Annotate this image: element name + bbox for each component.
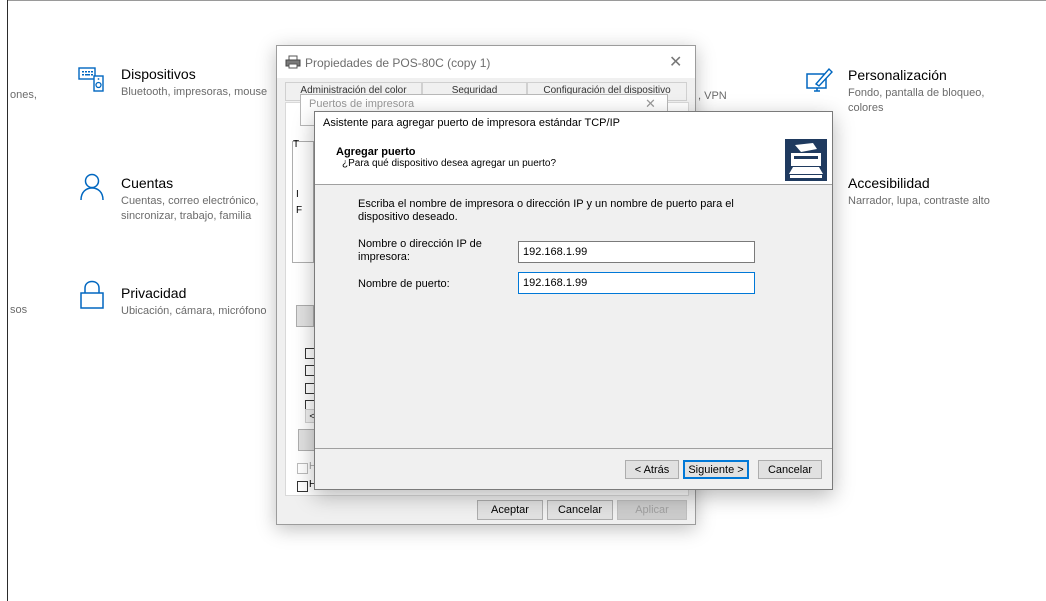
category-desc: Bluetooth, impresoras, mouse xyxy=(121,86,268,98)
window-left-border xyxy=(7,0,8,601)
settings-category-privacy[interactable]: Privacidad Ubicación, cámara, micrófono xyxy=(76,280,276,320)
apply-button[interactable]: Aplicar xyxy=(617,500,687,520)
window-top-border xyxy=(7,0,1046,1)
category-title: Cuentas xyxy=(121,175,174,191)
window-title: Propiedades de POS-80C (copy 1) xyxy=(305,56,491,70)
category-title: Accesibilidad xyxy=(848,175,930,191)
window-title: Puertos de impresora xyxy=(309,98,415,110)
cut-off-text: sos xyxy=(10,304,28,316)
category-title: Privacidad xyxy=(121,285,187,301)
header-subtitle: ¿Para qué dispositivo desea agregar un p… xyxy=(342,158,557,169)
tcpip-port-wizard: Asistente para agregar puerto de impreso… xyxy=(314,111,833,490)
checkbox-disabled xyxy=(297,463,308,474)
close-icon[interactable]: ✕ xyxy=(669,52,682,72)
button-fragment[interactable] xyxy=(296,305,314,327)
category-desc: Fondo, pantalla de bloqueo, colores xyxy=(848,87,985,114)
port-name-input[interactable] xyxy=(518,272,755,294)
settings-category-accessibility[interactable]: Accesibilidad Narrador, lupa, contraste … xyxy=(848,175,1038,215)
ip-address-label: Nombre o dirección IP de impresora: xyxy=(358,238,482,263)
person-icon xyxy=(80,173,104,201)
lock-icon xyxy=(80,280,104,309)
personalization-icon xyxy=(806,67,833,92)
label-fragment: T xyxy=(293,139,300,150)
devices-icon xyxy=(78,67,104,92)
ports-list-box xyxy=(292,141,314,263)
footer-separator xyxy=(315,448,832,449)
wizard-title: Asistente para agregar puerto de impreso… xyxy=(323,117,620,129)
cancel-button[interactable]: Cancelar xyxy=(547,500,613,520)
header-title: Agregar puerto xyxy=(336,146,416,158)
cancel-button[interactable]: Cancelar xyxy=(758,460,822,479)
close-icon[interactable]: ✕ xyxy=(645,96,656,112)
back-button[interactable]: < Atrás xyxy=(625,460,679,479)
category-title: Dispositivos xyxy=(121,66,196,82)
settings-category-personalization[interactable]: Personalización Fondo, pantalla de bloqu… xyxy=(805,64,1015,116)
port-name-label: Nombre de puerto: xyxy=(358,278,450,290)
label-fragment: F xyxy=(296,205,303,216)
category-title: Personalización xyxy=(848,67,947,83)
partial-network-desc: , VPN xyxy=(698,90,727,102)
network-printer-icon xyxy=(785,139,827,181)
ip-address-input[interactable] xyxy=(518,241,755,263)
cut-off-text: ones, xyxy=(10,89,37,101)
category-desc: Cuentas, correo electrónico, sincronizar… xyxy=(121,195,259,222)
wizard-header: Agregar puerto ¿Para qué dispositivo des… xyxy=(315,134,832,185)
label-fragment: I xyxy=(296,189,299,200)
settings-category-accounts[interactable]: Cuentas Cuentas, correo electrónico, sin… xyxy=(76,172,276,224)
category-desc: Narrador, lupa, contraste alto xyxy=(848,195,990,207)
title-bar: Asistente para agregar puerto de impreso… xyxy=(315,112,832,134)
checkbox[interactable] xyxy=(297,481,308,492)
title-bar: Propiedades de POS-80C (copy 1) ✕ xyxy=(277,46,695,78)
instruction-text: Escriba el nombre de impresora o direcci… xyxy=(358,198,734,223)
settings-category-devices[interactable]: Dispositivos Bluetooth, impresoras, mous… xyxy=(76,64,276,104)
printer-icon xyxy=(285,55,301,69)
category-desc: Ubicación, cámara, micrófono xyxy=(121,305,267,317)
accept-button[interactable]: Aceptar xyxy=(477,500,543,520)
next-button[interactable]: Siguiente > xyxy=(683,460,749,479)
